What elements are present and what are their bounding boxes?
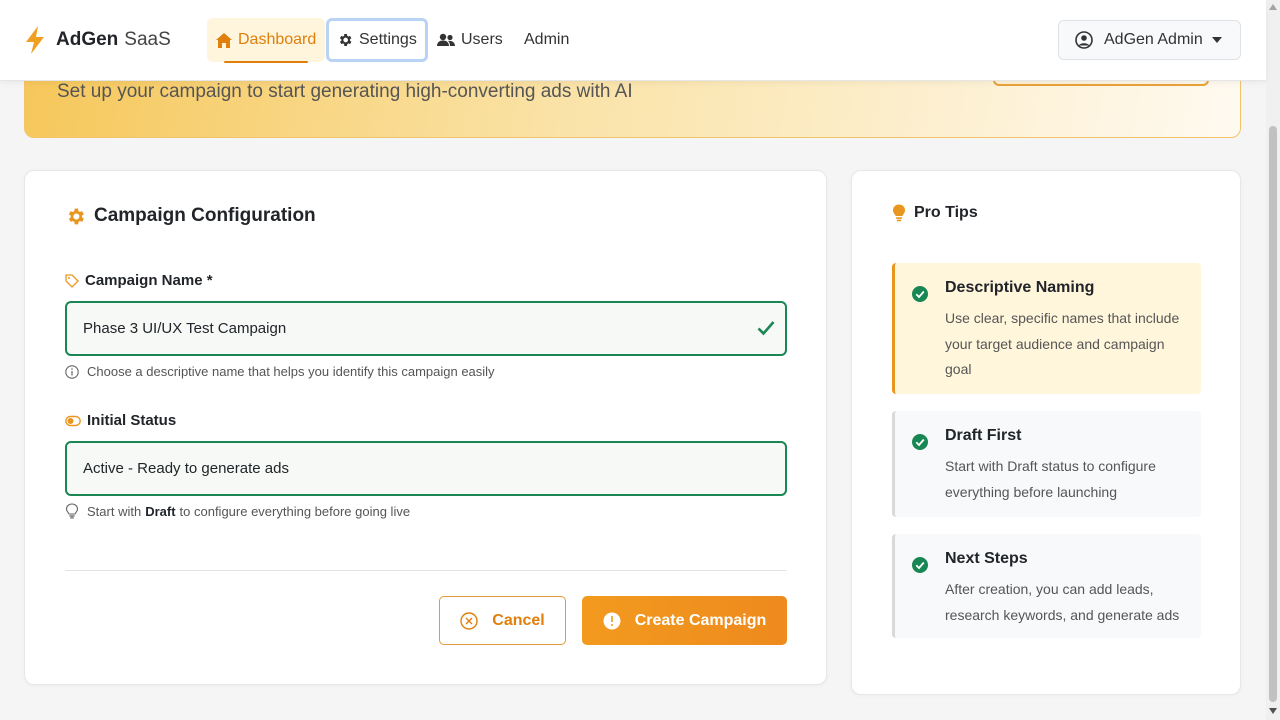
initial-status-help: Start with Draft to configure everything… <box>65 503 410 519</box>
nav-users-label: Users <box>461 31 503 48</box>
config-title-text: Campaign Configuration <box>94 205 316 226</box>
nav-dashboard-label: Dashboard <box>238 31 317 48</box>
tip-text: After creation, you can add leads, resea… <box>945 581 1180 623</box>
nav-dashboard[interactable]: Dashboard <box>207 18 326 63</box>
tip-item: Descriptive Naming Use clear, specific n… <box>892 263 1201 394</box>
hero-subtitle: Set up your campaign to start generating… <box>57 81 633 102</box>
user-circle-icon <box>1075 31 1093 49</box>
config-title: Campaign Configuration <box>65 205 316 227</box>
tip-text: Use clear, specific names that include y… <box>945 310 1180 377</box>
nav-users[interactable]: Users <box>428 18 512 62</box>
check-circle-icon <box>912 286 928 302</box>
tip-title: Descriptive Naming <box>945 279 1095 296</box>
info-icon <box>603 612 621 629</box>
initial-status-select[interactable]: Active - Ready to generate ads <box>65 441 787 496</box>
nav-settings[interactable]: Settings <box>326 18 428 62</box>
page-scrollbar[interactable] <box>1266 0 1280 720</box>
cancel-icon <box>460 611 478 630</box>
users-icon <box>437 33 455 46</box>
form-divider <box>65 570 787 571</box>
campaign-name-help: Choose a descriptive name that helps you… <box>65 364 495 379</box>
cancel-button[interactable]: Cancel <box>439 596 566 645</box>
lightbulb-icon <box>65 503 79 519</box>
tip-item: Next Steps After creation, you can add l… <box>892 534 1201 638</box>
create-campaign-button-label: Create Campaign <box>634 611 767 629</box>
user-menu-dropdown[interactable]: AdGen Admin <box>1058 20 1241 60</box>
toggle-icon <box>65 415 81 426</box>
tip-title: Draft First <box>945 427 1022 444</box>
tip-title: Next Steps <box>945 550 1028 567</box>
brand-logo[interactable]: AdGen SaaS <box>24 26 171 54</box>
status-help-post: to configure everything before going liv… <box>179 503 411 519</box>
lightbulb-icon <box>893 204 905 222</box>
top-navbar: AdGen SaaS Dashboard Settings Users Admi… <box>0 0 1266 81</box>
home-icon <box>216 32 232 48</box>
campaign-name-help-text: Choose a descriptive name that helps you… <box>87 364 495 379</box>
pro-tips-title-text: Pro Tips <box>914 204 978 221</box>
nav-admin[interactable]: Admin <box>515 18 578 62</box>
pro-tips-card: Pro Tips Descriptive Naming Use clear, s… <box>851 170 1241 695</box>
campaign-name-value: Phase 3 UI/UX Test Campaign <box>83 320 287 337</box>
status-help-bold: Draft <box>145 503 176 519</box>
nav-admin-label: Admin <box>524 31 570 48</box>
scrollbar-thumb[interactable] <box>1269 126 1277 702</box>
check-icon <box>757 321 775 336</box>
campaign-config-card: Campaign Configuration Campaign Name * P… <box>24 170 827 685</box>
initial-status-label-text: Initial Status <box>87 412 177 429</box>
create-campaign-button[interactable]: Create Campaign <box>582 596 787 645</box>
campaign-name-label-text: Campaign Name * <box>85 272 213 289</box>
gear-icon <box>339 34 352 46</box>
tip-text: Start with Draft status to configure eve… <box>945 458 1156 500</box>
info-icon <box>65 364 79 379</box>
chevron-down-icon <box>1211 37 1222 43</box>
user-menu-name: AdGen Admin <box>1104 31 1203 48</box>
gear-icon <box>68 208 84 224</box>
scroll-up-arrow-icon[interactable] <box>1269 4 1277 10</box>
pro-tips-title: Pro Tips <box>892 204 978 222</box>
status-help-pre: Start with <box>87 503 142 519</box>
scroll-down-arrow-icon[interactable] <box>1269 708 1277 714</box>
campaign-name-input[interactable]: Phase 3 UI/UX Test Campaign <box>65 301 787 356</box>
brand-suffix: SaaS <box>124 29 171 50</box>
brand-name: AdGen <box>56 29 119 50</box>
campaign-name-label: Campaign Name * <box>65 272 213 289</box>
check-circle-icon <box>912 557 928 573</box>
tip-item: Draft First Start with Draft status to c… <box>892 411 1201 517</box>
tag-icon <box>65 273 79 288</box>
check-circle-icon <box>912 434 928 450</box>
cancel-button-label: Cancel <box>492 611 545 629</box>
bolt-icon <box>26 26 44 54</box>
nav-settings-label: Settings <box>359 31 417 48</box>
initial-status-label: Initial Status <box>65 412 176 429</box>
initial-status-value: Active - Ready to generate ads <box>83 460 289 477</box>
